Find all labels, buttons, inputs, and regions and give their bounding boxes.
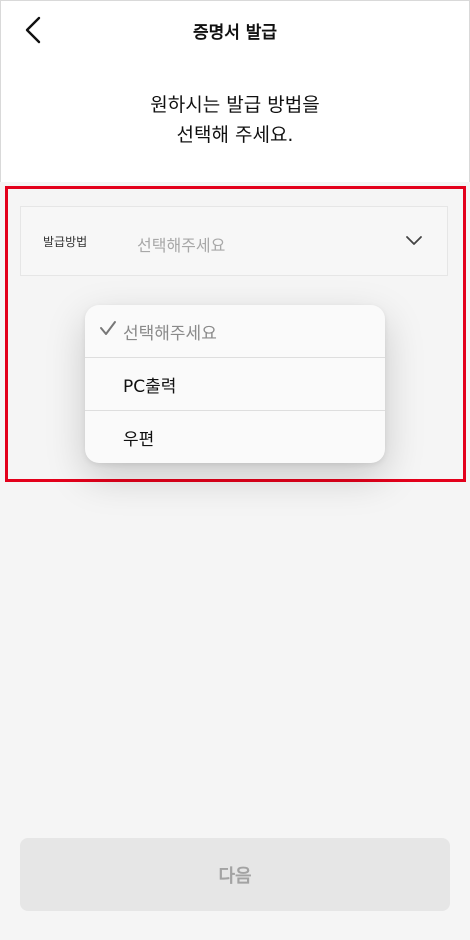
app-header: 증명서 발급 [0,0,470,60]
option-select-prompt[interactable]: 선택해주세요 [85,305,385,357]
instruction-line-2: 선택해 주세요. [176,124,294,146]
option-label: 우편 [123,430,155,450]
next-button[interactable]: 다음 [20,838,450,911]
instruction-line-1: 원하시는 발급 방법을 [150,94,320,116]
option-label: 선택해주세요 [123,324,217,344]
checkmark-icon [99,319,117,342]
issue-method-dropdown: 선택해주세요 PC출력 우편 [85,305,385,463]
option-mail[interactable]: 우편 [85,411,385,463]
issue-method-select[interactable]: 발급방법 선택해주세요 [20,206,448,276]
issue-method-value: 선택해주세요 [137,236,226,255]
option-label: PC출력 [123,377,177,397]
instruction-text: 원하시는 발급 방법을 선택해 주세요. [0,90,470,150]
page-title: 증명서 발급 [192,23,278,43]
issue-method-label: 발급방법 [43,235,88,249]
option-pc-print[interactable]: PC출력 [85,358,385,410]
chevron-down-icon [405,232,423,251]
